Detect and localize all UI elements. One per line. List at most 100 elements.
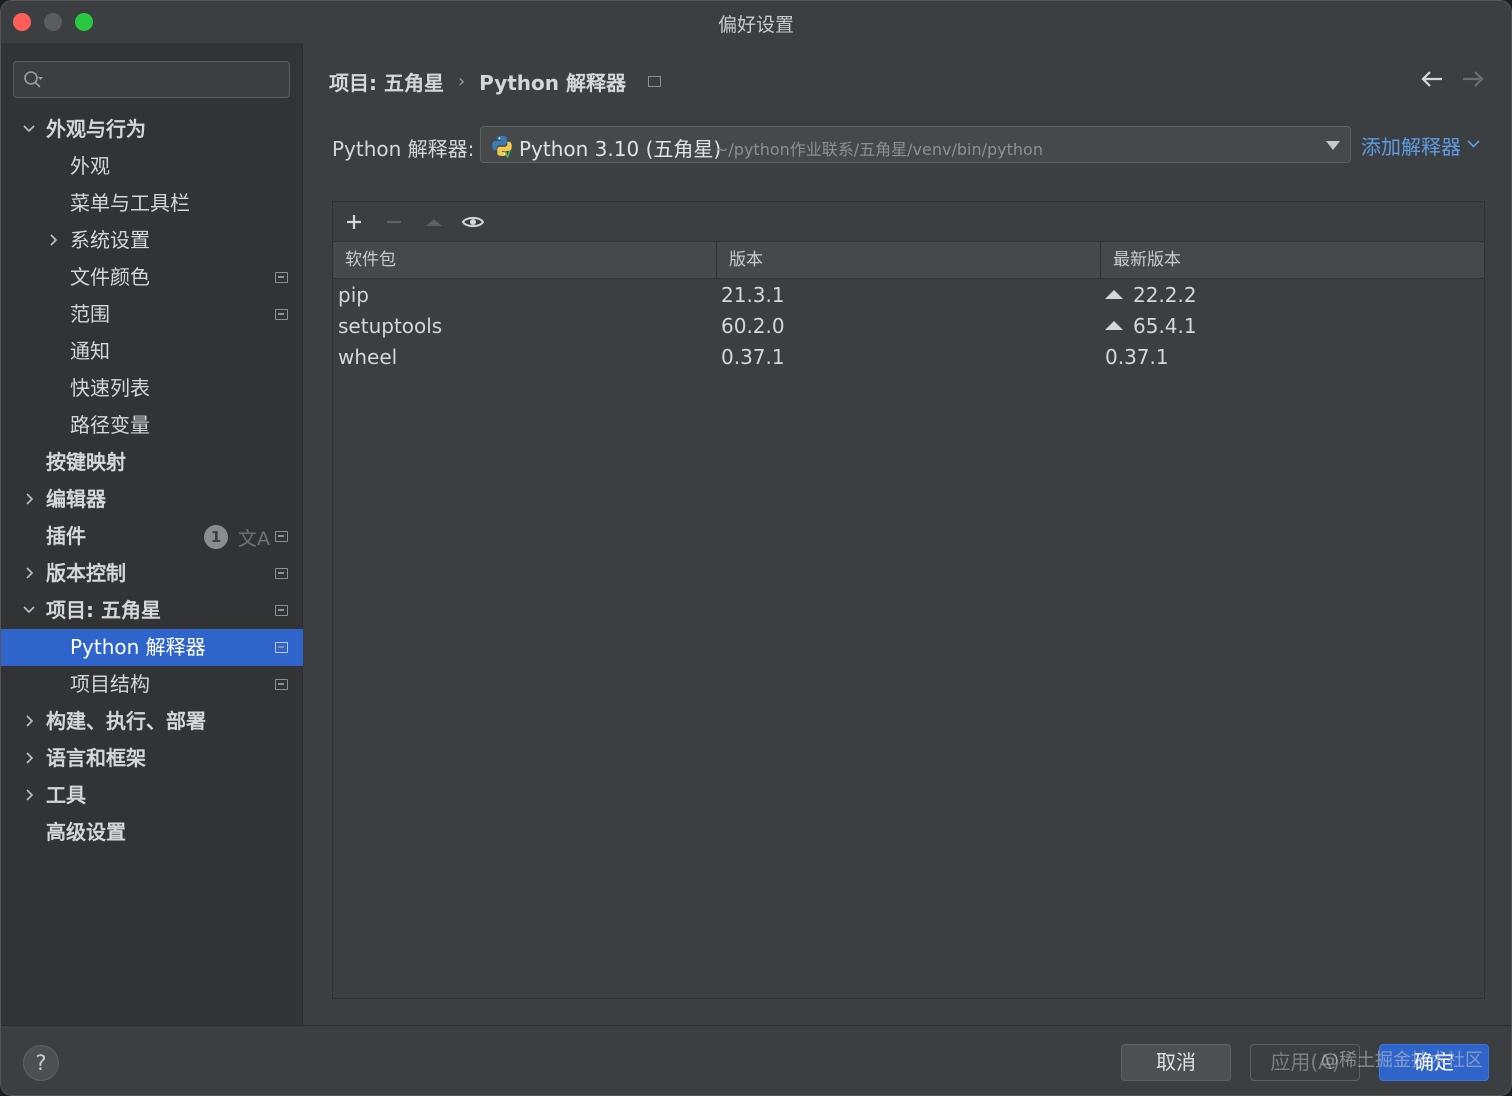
project-level-icon: [275, 679, 288, 690]
chevron-down-icon[interactable]: [22, 122, 36, 136]
sidebar-item-label: 通知: [70, 339, 110, 363]
sidebar-item-keymap[interactable]: 按键映射: [1, 444, 303, 481]
chevron-down-icon[interactable]: [22, 603, 36, 617]
package-name: wheel: [338, 345, 398, 369]
sidebar-item-editor[interactable]: 编辑器: [1, 481, 303, 518]
sidebar-item-label: 项目结构: [70, 672, 150, 696]
plugin-updates-badge: 1: [204, 525, 228, 549]
add-package-icon[interactable]: [342, 210, 366, 234]
sidebar-item-label: 高级设置: [46, 820, 126, 844]
sidebar-item-file-colors[interactable]: 文件颜色: [1, 259, 303, 296]
package-latest-version: 65.4.1: [1133, 314, 1197, 338]
sidebar-item-quick-lists[interactable]: 快速列表: [1, 370, 303, 407]
column-header-package[interactable]: 软件包: [333, 242, 717, 279]
sidebar-item-label: 项目: 五角星: [46, 598, 161, 622]
sidebar-item-build-execution-deployment[interactable]: 构建、执行、部署: [1, 703, 303, 740]
packages-toolbar: [333, 202, 1484, 241]
package-latest: 22.2.2: [1105, 280, 1197, 311]
project-level-icon: [275, 309, 288, 320]
project-level-icon: [275, 568, 288, 579]
chevron-down-icon[interactable]: [1467, 139, 1480, 149]
sidebar-item-label: 文件颜色: [70, 265, 150, 289]
column-header-latest-version[interactable]: 最新版本: [1101, 242, 1486, 279]
sidebar-item-scopes[interactable]: 范围: [1, 296, 303, 333]
sidebar-item-path-variables[interactable]: 路径变量: [1, 407, 303, 444]
sidebar-item-version-control[interactable]: 版本控制: [1, 555, 303, 592]
package-name: pip: [338, 283, 369, 307]
package-version: 60.2.0: [721, 314, 785, 338]
interpreter-path: ~/python作业联系/五角星/venv/bin/python: [715, 140, 1043, 159]
project-level-icon: [275, 642, 288, 653]
dialog-footer: ? 取消 应用(A) 确定 @稀土掘金技术社区: [1, 1025, 1511, 1095]
upgrade-available-icon: [1105, 321, 1123, 330]
help-button[interactable]: ?: [23, 1045, 59, 1081]
interpreter-select[interactable]: Python 3.10 (五角星) ~/python作业联系/五角星/venv/…: [480, 126, 1351, 163]
sidebar-item-languages-frameworks[interactable]: 语言和框架: [1, 740, 303, 777]
sidebar-item-label: 构建、执行、部署: [46, 709, 206, 733]
sidebar-item-tools[interactable]: 工具: [1, 777, 303, 814]
sidebar-item-label: 菜单与工具栏: [70, 191, 190, 215]
add-interpreter-link[interactable]: 添加解释器: [1361, 131, 1461, 160]
column-header-version[interactable]: 版本: [717, 242, 1101, 279]
project-level-icon: [275, 531, 288, 542]
package-version: 21.3.1: [721, 283, 785, 307]
table-row[interactable]: wheel 0.37.1 0.37.1: [333, 342, 1484, 373]
sidebar-item-label: Python 解释器: [70, 635, 206, 659]
upgrade-package-icon[interactable]: [422, 210, 446, 234]
sidebar-item-label: 按键映射: [46, 450, 126, 474]
packages-table-header: 软件包 版本 最新版本: [333, 241, 1484, 279]
package-latest-version: 0.37.1: [1105, 345, 1169, 369]
sidebar-item-advanced-settings[interactable]: 高级设置: [1, 814, 303, 851]
package-latest-version: 22.2.2: [1133, 283, 1197, 307]
package-version: 0.37.1: [721, 345, 785, 369]
sidebar-item-label: 快速列表: [70, 376, 150, 400]
watermark: @稀土掘金技术社区: [1321, 1050, 1483, 1071]
preferences-window: 偏好设置 外观与行为 外观 菜单与工具栏 系统设置 文件颜色 范围 通知 快速列…: [0, 0, 1512, 1096]
translate-icon: 文A: [238, 528, 270, 550]
chevron-right-icon[interactable]: [22, 566, 36, 580]
chevron-right-icon[interactable]: [22, 788, 36, 802]
dropdown-arrow-icon[interactable]: [1326, 141, 1340, 150]
sidebar-item-label: 版本控制: [46, 561, 126, 585]
sidebar-item-notifications[interactable]: 通知: [1, 333, 303, 370]
cancel-button[interactable]: 取消: [1121, 1044, 1231, 1081]
chevron-right-icon[interactable]: [22, 751, 36, 765]
back-arrow-icon[interactable]: [1420, 69, 1444, 89]
sidebar-item-label: 外观与行为: [46, 117, 146, 141]
forward-arrow-icon[interactable]: [1461, 69, 1485, 89]
sidebar-item-system-settings[interactable]: 系统设置: [1, 222, 303, 259]
sidebar-item-python-interpreter[interactable]: Python 解释器: [1, 629, 303, 666]
chevron-right-icon[interactable]: [22, 492, 36, 506]
settings-sidebar: 外观与行为 外观 菜单与工具栏 系统设置 文件颜色 范围 通知 快速列表 路径变…: [1, 43, 303, 1025]
sidebar-item-project-structure[interactable]: 项目结构: [1, 666, 303, 703]
show-early-releases-eye-icon[interactable]: [461, 210, 485, 234]
package-name: setuptools: [338, 314, 443, 338]
sidebar-item-project[interactable]: 项目: 五角星: [1, 592, 303, 629]
table-row[interactable]: pip 21.3.1 22.2.2: [333, 280, 1484, 311]
chevron-right-icon[interactable]: [22, 714, 36, 728]
breadcrumb-page: Python 解释器: [479, 71, 626, 95]
remove-package-icon[interactable]: [382, 210, 406, 234]
sidebar-item-label: 工具: [46, 783, 86, 807]
sidebar-item-label: 系统设置: [70, 228, 150, 252]
chevron-right-icon[interactable]: [46, 233, 60, 247]
python-icon: [492, 136, 512, 158]
sidebar-item-appearance[interactable]: 外观: [1, 148, 303, 185]
breadcrumb-project[interactable]: 项目: 五角星: [329, 71, 444, 95]
title-bar: 偏好设置: [1, 1, 1511, 43]
sidebar-item-label: 外观: [70, 154, 110, 178]
sidebar-item-plugins[interactable]: 插件 1 文A: [1, 518, 303, 555]
breadcrumb: 项目: 五角星 › Python 解释器: [329, 67, 661, 96]
window-title: 偏好设置: [717, 14, 794, 36]
settings-search-input[interactable]: [13, 61, 290, 98]
search-icon: [24, 71, 43, 88]
table-row[interactable]: setuptools 60.2.0 65.4.1: [333, 311, 1484, 342]
sidebar-item-menus-toolbars[interactable]: 菜单与工具栏: [1, 185, 303, 222]
sidebar-item-appearance-behavior[interactable]: 外观与行为: [1, 111, 303, 148]
project-level-icon: [275, 605, 288, 616]
sidebar-item-label: 语言和框架: [46, 746, 146, 770]
settings-main-panel: 项目: 五角星 › Python 解释器 Python 解释器: Python 3.…: [304, 43, 1511, 1025]
sidebar-item-label: 路径变量: [70, 413, 150, 437]
package-latest: 65.4.1: [1105, 311, 1197, 342]
interpreter-name: Python 3.10 (五角星): [519, 137, 722, 161]
